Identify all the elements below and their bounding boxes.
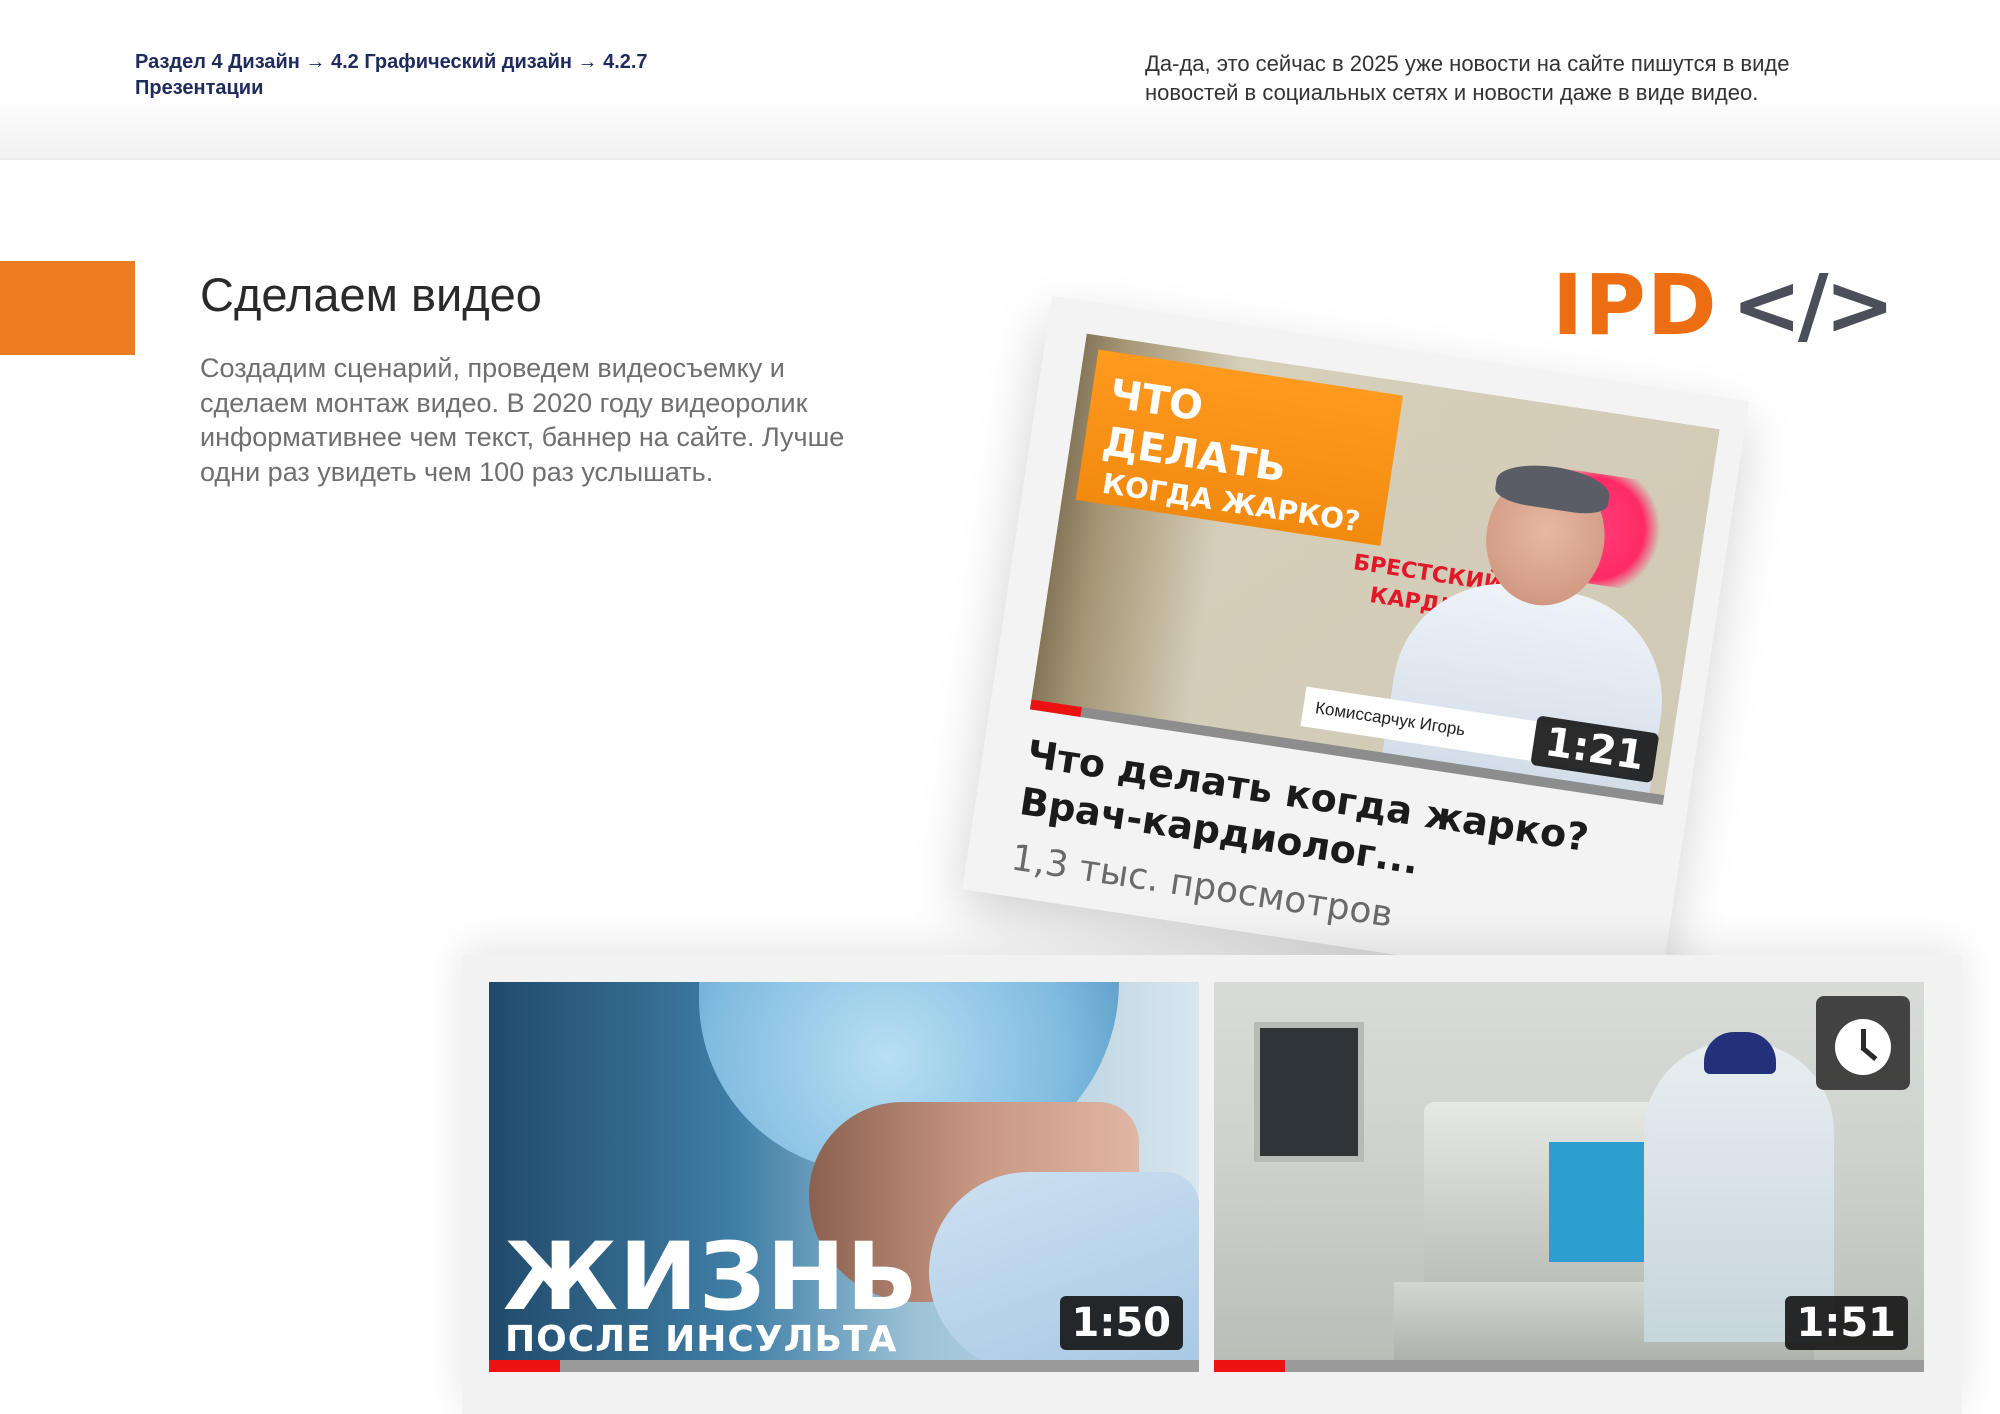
clock-icon bbox=[1835, 1018, 1891, 1075]
thumbnail-subtitle: ПОСЛЕ ИНСУЛЬТА bbox=[505, 1319, 898, 1360]
featured-video-thumbnail[interactable]: ЧТО ДЕЛАТЬ КОГДА ЖАРКО? БРЕСТСКИЙ КАРДИО… bbox=[1029, 333, 1720, 806]
video-thumbnail[interactable]: 1:51 bbox=[1214, 982, 1924, 1372]
featured-video-card[interactable]: ЧТО ДЕЛАТЬ КОГДА ЖАРКО? БРЕСТСКИЙ КАРДИО… bbox=[962, 296, 1750, 995]
video-thumbnail[interactable]: ЖИЗНЬ ПОСЛЕ ИНСУЛЬТА 1:50 bbox=[489, 982, 1199, 1372]
code-icon: </> bbox=[1731, 256, 1895, 354]
header-band: Раздел 4 Дизайн → 4.2 Графический дизайн… bbox=[0, 0, 2000, 160]
header-note: Да-да, это сейчас в 2025 уже новости на … bbox=[1145, 51, 1790, 105]
section-description: Создадим сценарий, проведем видеосъемку … bbox=[200, 353, 845, 487]
breadcrumb[interactable]: Раздел 4 Дизайн → 4.2 Графический дизайн… bbox=[135, 49, 695, 101]
thumbnail-title: ЖИЗНЬ bbox=[503, 1223, 919, 1332]
progress-fill bbox=[489, 1360, 560, 1372]
ipd-logo: IPD </> bbox=[1552, 255, 1895, 355]
logo-brand: IPD bbox=[1552, 256, 1718, 354]
progress-bar[interactable] bbox=[489, 1360, 1199, 1372]
accent-block bbox=[0, 261, 135, 355]
video-duration: 1:50 bbox=[1059, 1296, 1183, 1350]
video-duration: 1:51 bbox=[1784, 1296, 1908, 1350]
nurse-cap bbox=[1704, 1032, 1776, 1074]
watch-later-button[interactable] bbox=[1816, 996, 1910, 1090]
room-monitor bbox=[1254, 1022, 1364, 1162]
progress-bar[interactable] bbox=[1214, 1360, 1924, 1372]
progress-fill bbox=[1214, 1360, 1285, 1372]
video-grid: ЖИЗНЬ ПОСЛЕ ИНСУЛЬТА 1:50 1:51 bbox=[462, 955, 1962, 1414]
section-title: Сделаем видео bbox=[200, 268, 542, 321]
